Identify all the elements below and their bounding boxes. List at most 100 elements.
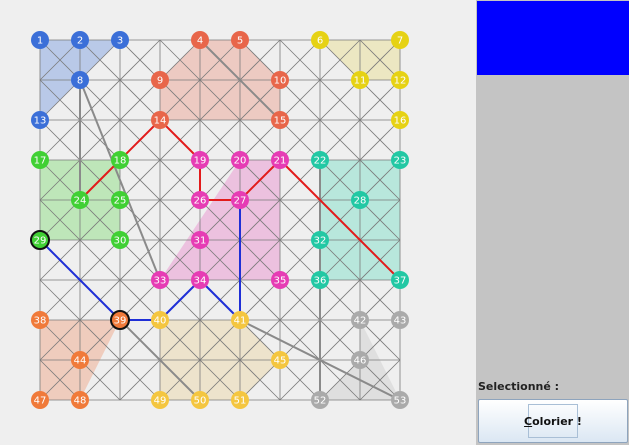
node-label: 3	[117, 36, 123, 47]
node-label: 12	[394, 76, 407, 87]
node-label: 22	[314, 156, 327, 167]
node-44[interactable]: 44	[71, 351, 89, 369]
node-label: 45	[274, 356, 287, 367]
node-20[interactable]: 20	[231, 151, 249, 169]
node-label: 53	[394, 396, 407, 407]
node-label: 38	[34, 316, 47, 327]
node-label: 1	[37, 36, 43, 47]
node-label: 50	[194, 396, 207, 407]
node-label: 34	[194, 276, 207, 287]
node-7[interactable]: 7	[391, 31, 409, 49]
node-label: 25	[114, 196, 127, 207]
node-23[interactable]: 23	[391, 151, 409, 169]
node-label: 18	[114, 156, 127, 167]
node-label: 49	[154, 396, 167, 407]
graph-board[interactable]: 1 2 3 4 5 6 78 9 10 11 1213 14 15 1617 18 19 20 21 22 2324 2…	[0, 0, 472, 445]
node-45[interactable]: 45	[271, 351, 289, 369]
node-17[interactable]: 17	[31, 151, 49, 169]
node-15[interactable]: 15	[271, 111, 289, 129]
node-label: 11	[354, 76, 367, 87]
node-13[interactable]: 13	[31, 111, 49, 129]
node-39[interactable]: 39	[110, 310, 130, 330]
node-37[interactable]: 37	[391, 271, 409, 289]
node-label: 6	[317, 36, 323, 47]
node-28[interactable]: 28	[351, 191, 369, 209]
node-label: 27	[234, 196, 247, 207]
node-9[interactable]: 9	[151, 71, 169, 89]
node-label: 5	[237, 36, 243, 47]
node-27[interactable]: 27	[231, 191, 249, 209]
node-34[interactable]: 34	[191, 271, 209, 289]
node-label: 16	[394, 116, 407, 127]
node-35[interactable]: 35	[271, 271, 289, 289]
node-label: 4	[197, 36, 203, 47]
node-51[interactable]: 51	[231, 391, 249, 409]
node-label: 2	[77, 36, 83, 47]
node-label: 46	[354, 356, 367, 367]
node-label: 8	[77, 76, 83, 87]
node-label: 51	[234, 396, 247, 407]
node-label: 52	[314, 396, 327, 407]
node-label: 35	[274, 276, 287, 287]
node-4[interactable]: 4	[191, 31, 209, 49]
node-18[interactable]: 18	[111, 151, 129, 169]
node-label: 15	[274, 116, 287, 127]
node-52[interactable]: 52	[311, 391, 329, 409]
node-32[interactable]: 32	[311, 231, 329, 249]
node-label: 30	[114, 236, 127, 247]
node-label: 39	[114, 316, 127, 327]
node-26[interactable]: 26	[191, 191, 209, 209]
colorier-button[interactable]: Colorier !	[478, 399, 628, 443]
node-2[interactable]: 2	[71, 31, 89, 49]
node-label: 26	[194, 196, 207, 207]
node-46[interactable]: 46	[351, 351, 369, 369]
current-color-swatch	[477, 1, 629, 75]
node-50[interactable]: 50	[191, 391, 209, 409]
node-6[interactable]: 6	[311, 31, 329, 49]
node-label: 17	[34, 156, 47, 167]
node-label: 37	[394, 276, 407, 287]
node-29[interactable]: 29	[30, 230, 50, 250]
node-label: 19	[194, 156, 207, 167]
node-22[interactable]: 22	[311, 151, 329, 169]
node-36[interactable]: 36	[311, 271, 329, 289]
node-21[interactable]: 21	[271, 151, 289, 169]
node-label: 14	[154, 116, 167, 127]
node-38[interactable]: 38	[31, 311, 49, 329]
node-41[interactable]: 41	[231, 311, 249, 329]
node-42[interactable]: 42	[351, 311, 369, 329]
node-19[interactable]: 19	[191, 151, 209, 169]
node-label: 48	[74, 396, 87, 407]
node-12[interactable]: 12	[391, 71, 409, 89]
node-31[interactable]: 31	[191, 231, 209, 249]
node-8[interactable]: 8	[71, 71, 89, 89]
node-label: 44	[74, 356, 87, 367]
node-label: 28	[354, 196, 367, 207]
node-label: 20	[234, 156, 247, 167]
node-16[interactable]: 16	[391, 111, 409, 129]
node-53[interactable]: 53	[391, 391, 409, 409]
node-label: 10	[274, 76, 287, 87]
node-label: 31	[194, 236, 207, 247]
node-48[interactable]: 48	[71, 391, 89, 409]
node-1[interactable]: 1	[31, 31, 49, 49]
node-label: 41	[234, 316, 247, 327]
node-label: 24	[74, 196, 87, 207]
node-5[interactable]: 5	[231, 31, 249, 49]
node-11[interactable]: 11	[351, 71, 369, 89]
node-label: 21	[274, 156, 287, 167]
node-33[interactable]: 33	[151, 271, 169, 289]
node-43[interactable]: 43	[391, 311, 409, 329]
node-3[interactable]: 3	[111, 31, 129, 49]
node-10[interactable]: 10	[271, 71, 289, 89]
node-47[interactable]: 47	[31, 391, 49, 409]
node-40[interactable]: 40	[151, 311, 169, 329]
node-label: 13	[34, 116, 47, 127]
node-14[interactable]: 14	[151, 111, 169, 129]
node-label: 33	[154, 276, 167, 287]
node-label: 9	[157, 76, 163, 87]
node-30[interactable]: 30	[111, 231, 129, 249]
node-25[interactable]: 25	[111, 191, 129, 209]
node-49[interactable]: 49	[151, 391, 169, 409]
node-24[interactable]: 24	[71, 191, 89, 209]
